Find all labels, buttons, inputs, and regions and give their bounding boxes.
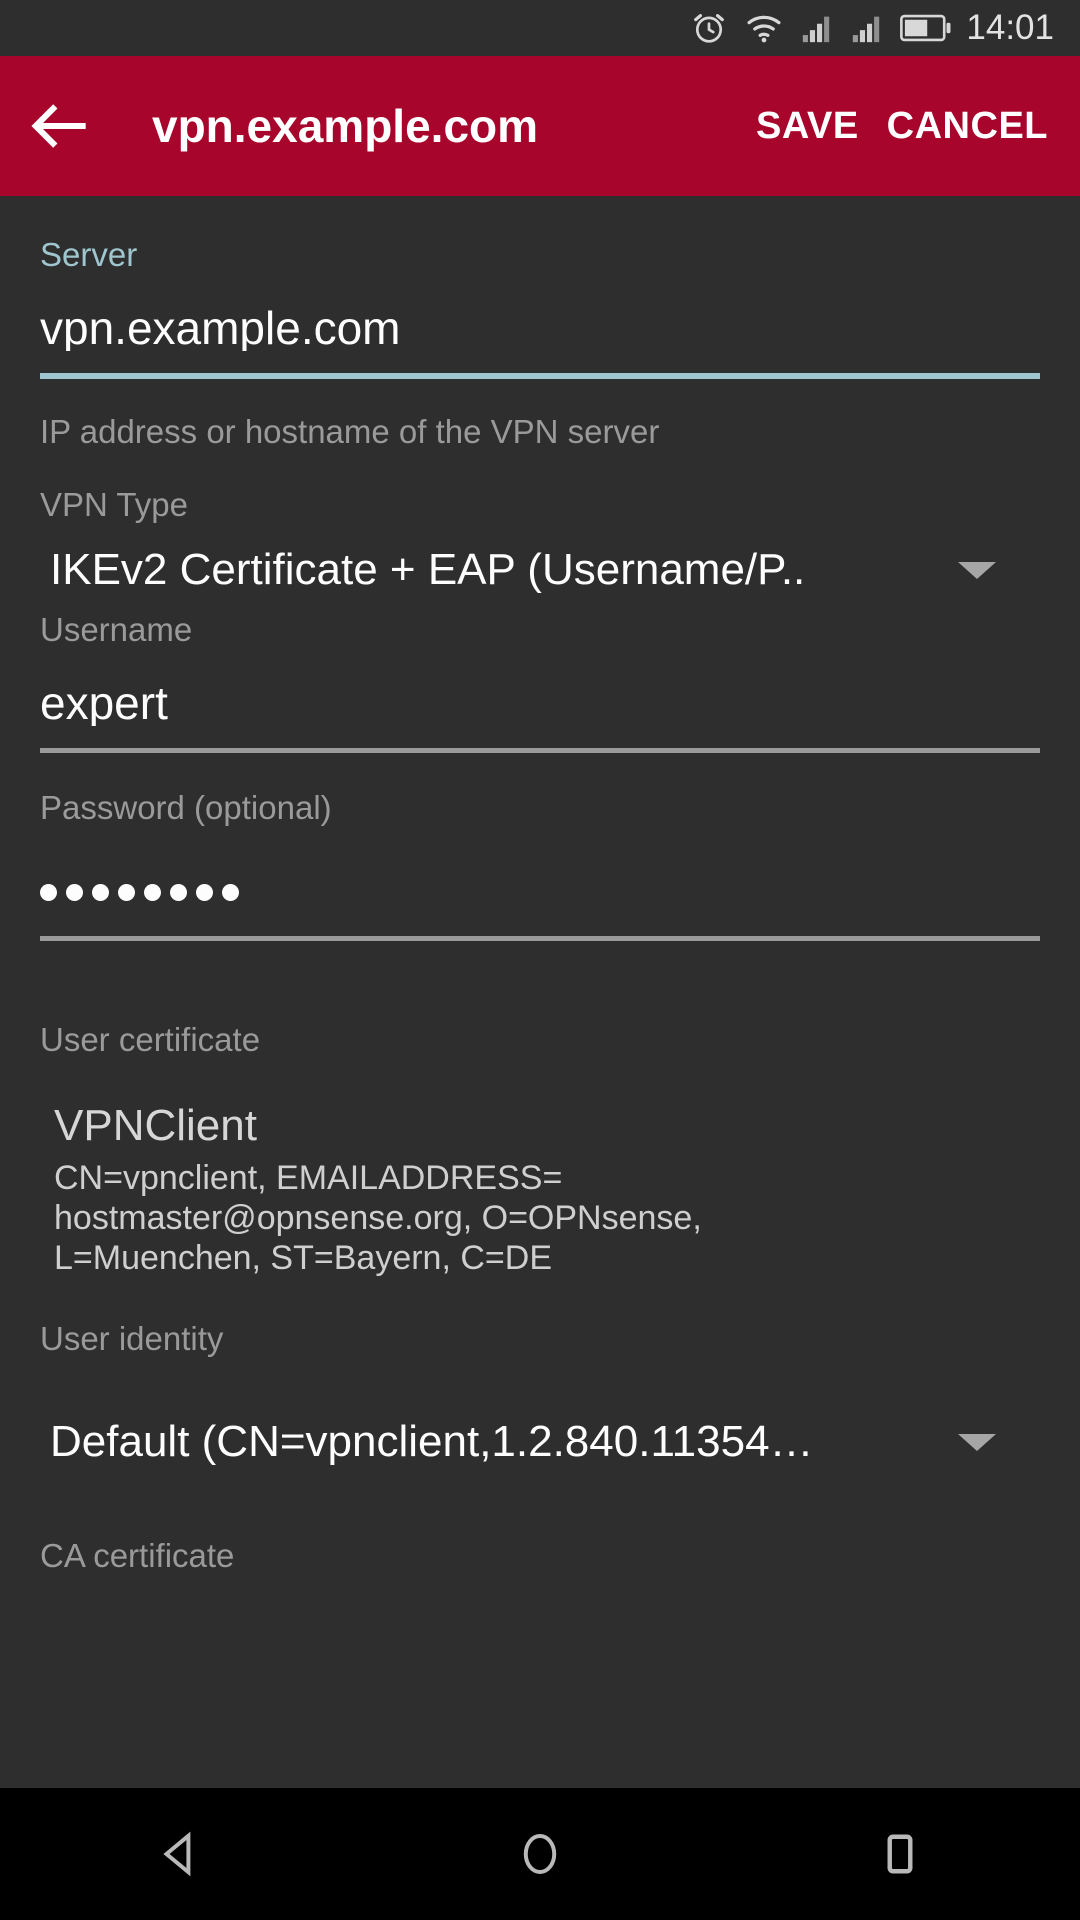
- signal-bars-sim2-icon: [850, 11, 884, 45]
- user-identity-value: Default (CN=vpnclient,1.2.840.11354…: [50, 1417, 814, 1466]
- password-mask-dot: [170, 883, 187, 901]
- chevron-down-icon: [958, 1433, 996, 1451]
- vpn-type-label: VPN Type: [40, 486, 188, 523]
- password-mask-dot: [40, 883, 57, 901]
- battery-icon: [900, 11, 952, 45]
- nav-home-button[interactable]: [450, 1788, 630, 1920]
- user-certificate-subject-line: hostmaster@opnsense.org, O=OPNsense,: [54, 1199, 702, 1237]
- password-input-underline: [40, 936, 1040, 941]
- save-button[interactable]: SAVE: [742, 95, 873, 158]
- alarm-icon: [690, 9, 728, 47]
- user-identity-spinner[interactable]: Default (CN=vpnclient,1.2.840.11354…: [40, 1417, 1040, 1467]
- password-mask-dot: [144, 883, 161, 901]
- password-mask-dot: [92, 883, 109, 901]
- wifi-icon: [744, 9, 784, 47]
- server-input[interactable]: vpn.example.com: [40, 305, 1040, 351]
- username-field-group: Username expert: [40, 613, 1040, 753]
- user-certificate-subject-line: CN=vpnclient, EMAILADDRESS=: [54, 1159, 563, 1197]
- vpn-profile-form: Server vpn.example.com IP address or hos…: [0, 196, 1080, 1788]
- server-helper-text: IP address or hostname of the VPN server: [40, 413, 660, 450]
- back-arrow-icon: [31, 104, 86, 148]
- password-field-label: Password (optional): [40, 789, 332, 826]
- navigation-bar: [0, 1788, 1080, 1920]
- server-input-underline: [40, 373, 1040, 379]
- nav-recents-button[interactable]: [810, 1788, 990, 1920]
- server-field-group: Server vpn.example.com: [40, 238, 1040, 379]
- vpn-type-spinner[interactable]: IKEv2 Certificate + EAP (Username/P..: [40, 545, 1040, 595]
- app-bar-actions: SAVE CANCEL: [742, 95, 1080, 158]
- password-mask-dot: [66, 883, 83, 901]
- nav-back-button[interactable]: [90, 1788, 270, 1920]
- signal-bars-sim1-icon: [800, 11, 834, 45]
- phone-screen: 14:01 vpn.example.com SAVE CANCEL Server…: [0, 0, 1080, 1920]
- user-identity-label: User identity: [40, 1320, 224, 1357]
- username-field-label: Username: [40, 611, 193, 648]
- username-input-underline: [40, 748, 1040, 753]
- user-identity-group: User identity Default (CN=vpnclient,1.2.…: [40, 1322, 1040, 1467]
- user-certificate-subject-line: L=Muenchen, ST=Bayern, C=DE: [54, 1239, 552, 1277]
- vpn-type-value: IKEv2 Certificate + EAP (Username/P..: [50, 545, 806, 594]
- ca-certificate-group[interactable]: CA certificate: [40, 1539, 1040, 1572]
- back-triangle-icon: [163, 1831, 191, 1877]
- password-mask-dot: [118, 883, 135, 901]
- status-bar: 14:01: [0, 0, 1080, 56]
- user-certificate-label: User certificate: [40, 1021, 261, 1058]
- user-certificate-subject: CN=vpnclient, EMAILADDRESS= hostmaster@o…: [40, 1158, 1040, 1278]
- password-field-group: Password (optional): [40, 791, 1040, 941]
- username-input[interactable]: expert: [40, 680, 1040, 726]
- ca-certificate-label: CA certificate: [40, 1537, 235, 1574]
- status-bar-clock: 14:01: [966, 8, 1054, 47]
- chevron-down-icon: [958, 561, 996, 579]
- user-certificate-group[interactable]: User certificate VPNClient CN=vpnclient,…: [40, 1023, 1040, 1278]
- cancel-button[interactable]: CANCEL: [873, 95, 1062, 158]
- page-title: vpn.example.com: [152, 100, 539, 152]
- password-mask-dot: [222, 883, 239, 901]
- password-input[interactable]: [40, 870, 1040, 914]
- recents-square-icon: [887, 1834, 913, 1874]
- vpn-type-group: VPN Type IKEv2 Certificate + EAP (Userna…: [40, 488, 1040, 595]
- home-circle-icon: [523, 1834, 557, 1874]
- password-mask-dot: [196, 883, 213, 901]
- back-button[interactable]: [0, 56, 120, 196]
- app-bar: vpn.example.com SAVE CANCEL: [0, 56, 1080, 196]
- server-field-label: Server: [40, 236, 138, 273]
- user-certificate-name: VPNClient: [54, 1101, 257, 1150]
